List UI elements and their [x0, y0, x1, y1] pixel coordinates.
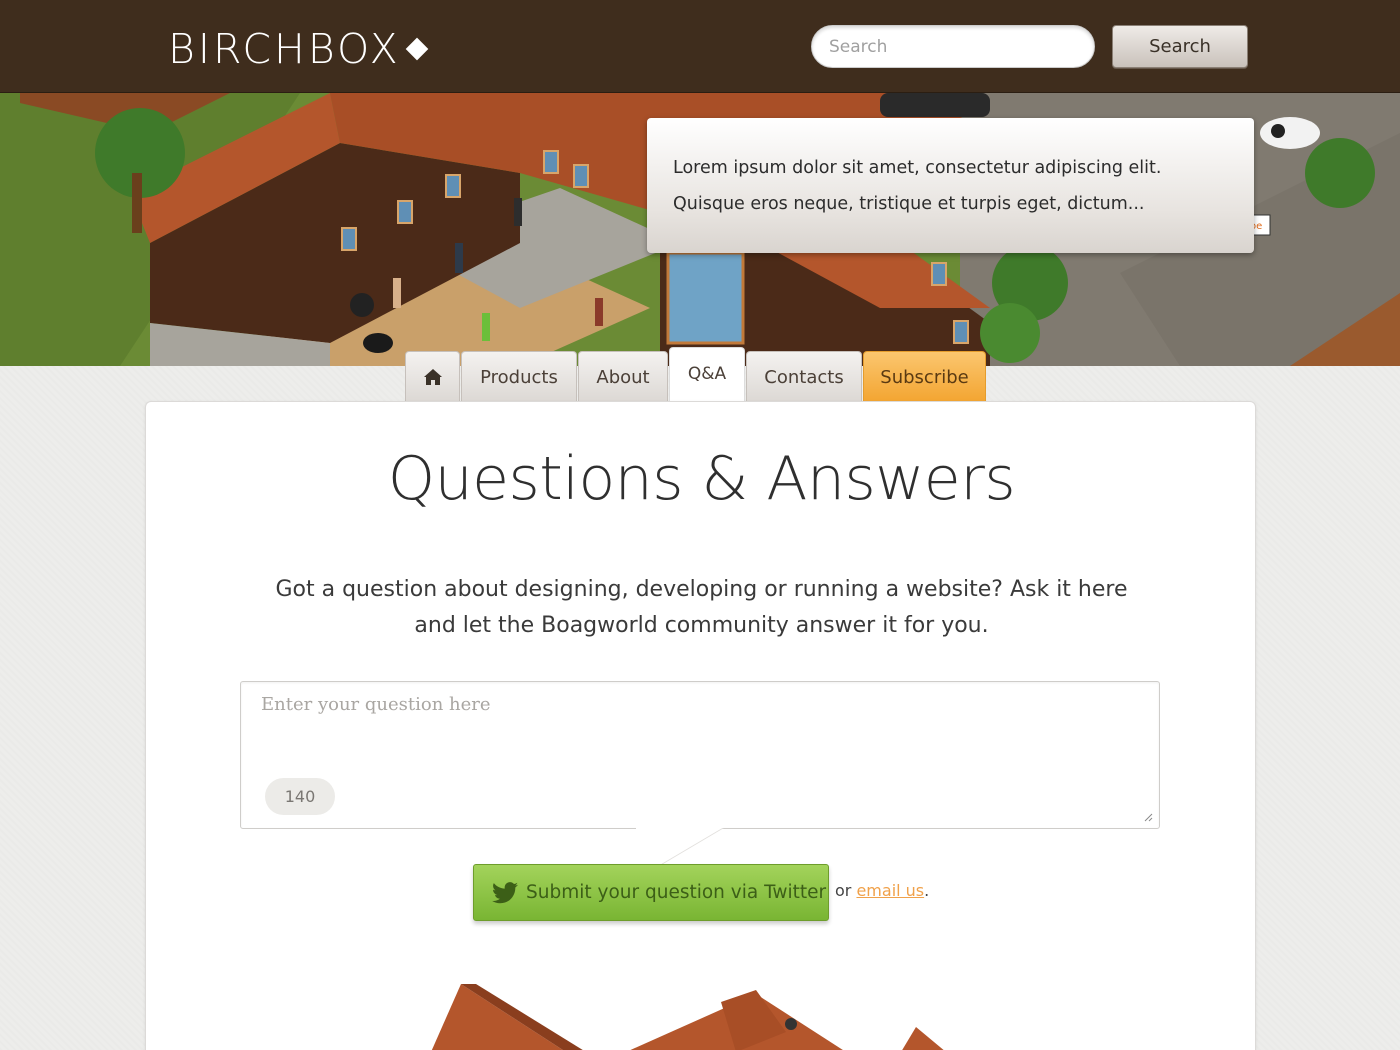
tab-qa[interactable]: Q&A — [669, 347, 745, 402]
tab-products[interactable]: Products — [461, 351, 577, 402]
main-nav-tabs: Products About Q&A Contacts Subscribe — [405, 347, 987, 402]
hero-illustration: oe Lorem ipsum dolor sit amet, consectet… — [0, 93, 1400, 366]
or-label: or — [835, 881, 857, 900]
char-count-badge: 140 — [265, 778, 335, 815]
page-title: Questions & Answers — [387, 444, 1016, 514]
twitter-button-label: Submit your question via Twitter — [526, 882, 827, 903]
submit-twitter-button[interactable]: Submit your question via Twitter — [473, 864, 829, 921]
site-logo[interactable]: BIRCHBOX — [168, 25, 429, 73]
logo-text: BIRCHBOX — [168, 25, 401, 73]
twitter-bird-icon — [492, 881, 518, 903]
roofs-illustration — [431, 984, 944, 1050]
question-box: 140 — [240, 681, 1160, 829]
page-intro-line-2: and let the Boagworld community answer i… — [414, 613, 989, 638]
logo-diamond-icon — [405, 37, 429, 61]
home-icon — [423, 368, 443, 386]
search-button[interactable]: Search — [1112, 25, 1248, 68]
qa-card: Questions & Answers Got a question about… — [145, 401, 1256, 1050]
search-input[interactable] — [811, 25, 1095, 68]
tab-about[interactable]: About — [578, 351, 668, 402]
tab-contacts[interactable]: Contacts — [746, 351, 862, 402]
tab-home[interactable] — [405, 351, 460, 402]
hero-callout-line-2: Quisque eros neque, tristique et turpis … — [673, 194, 1145, 214]
trailing-period: . — [924, 881, 930, 900]
page-intro: Got a question about designing, developi… — [236, 572, 1167, 644]
email-us-link[interactable]: email us — [856, 881, 924, 900]
tab-subscribe[interactable]: Subscribe — [863, 351, 986, 402]
question-input[interactable] — [241, 682, 1159, 828]
hero-callout-line-1: Lorem ipsum dolor sit amet, consectetur … — [673, 158, 1162, 178]
or-email-text: or email us. — [835, 881, 929, 900]
site-header: BIRCHBOX Search — [0, 0, 1400, 93]
resize-grip-icon[interactable] — [1143, 812, 1153, 822]
page-intro-line-1: Got a question about designing, developi… — [275, 577, 1128, 602]
hero-callout: Lorem ipsum dolor sit amet, consectetur … — [647, 118, 1254, 253]
